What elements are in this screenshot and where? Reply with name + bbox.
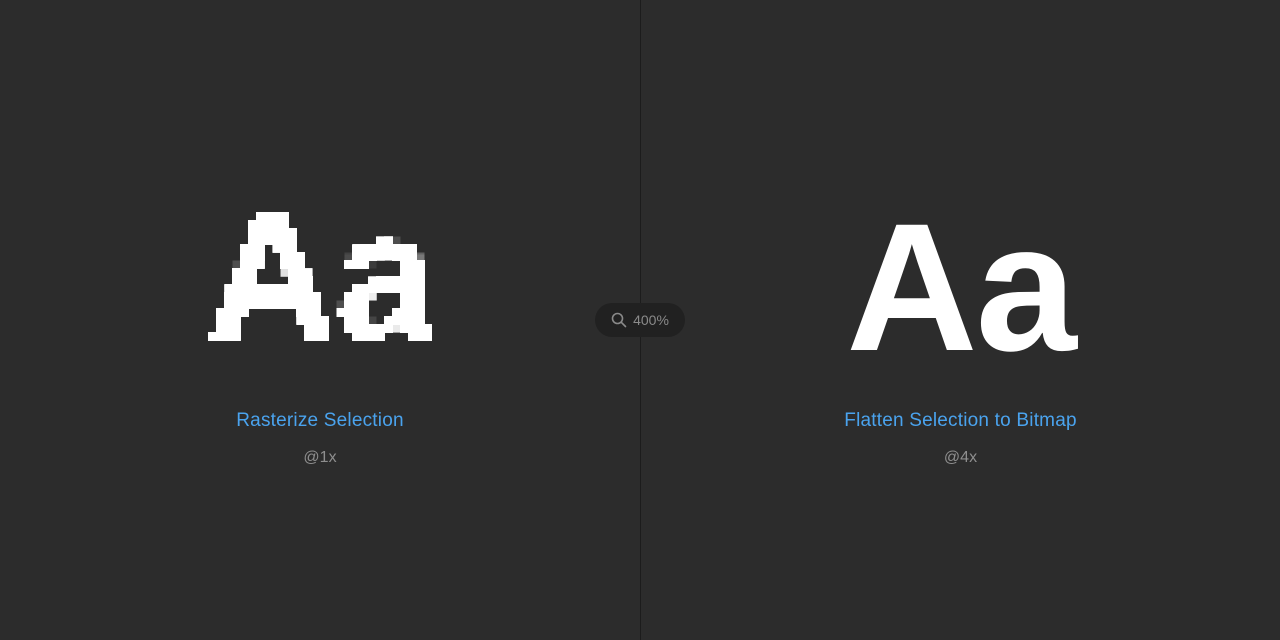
pixelated-glyph-sample: Aa — [208, 204, 432, 344]
right-panel: Aa Flatten Selection to Bitmap @4x — [641, 0, 1280, 640]
left-panel: Aa Rasterize Selection @1x — [0, 0, 640, 640]
rasterize-selection-link[interactable]: Rasterize Selection — [0, 410, 640, 432]
canvas: Aa Rasterize Selection @1x Aa Flatten Se… — [0, 0, 1280, 640]
smooth-glyph-sample: Aa — [846, 185, 1077, 389]
pixelated-glyph-text: Aa — [208, 204, 432, 344]
pixelated-glyph-render: Aa — [208, 204, 432, 344]
scale-label-4x: @4x — [943, 449, 978, 466]
zoom-indicator[interactable]: 400% — [595, 303, 685, 337]
magnifier-icon — [611, 312, 627, 328]
scale-label-1x: @1x — [303, 449, 337, 466]
zoom-level: 400% — [633, 312, 669, 328]
flatten-selection-link[interactable]: Flatten Selection to Bitmap — [641, 410, 1280, 432]
